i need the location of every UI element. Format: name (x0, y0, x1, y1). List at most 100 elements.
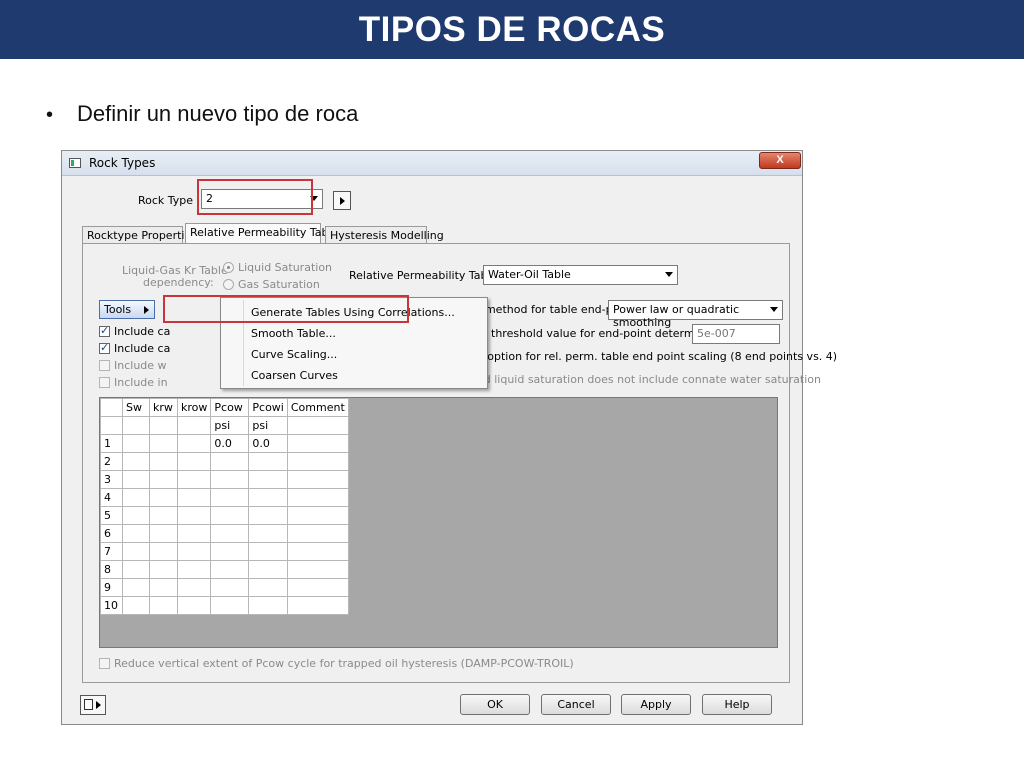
close-button[interactable]: X (759, 152, 801, 169)
grid-cell[interactable] (176, 596, 212, 615)
grid-cell[interactable] (122, 488, 150, 507)
grid-cell[interactable] (286, 524, 349, 543)
grid-cell[interactable] (286, 596, 349, 615)
grid-cell[interactable] (122, 434, 150, 453)
dialog-title-bar: Rock Types X (62, 151, 802, 176)
tools-button[interactable]: Tools (99, 300, 155, 319)
ok-button[interactable]: OK (460, 694, 530, 715)
grid-cell[interactable] (122, 560, 150, 579)
liquid-saturation-label: Liquid Saturation (238, 261, 333, 274)
chevron-right-icon (144, 306, 149, 314)
grid-cell[interactable] (122, 596, 150, 615)
grid-cell[interactable] (210, 524, 250, 543)
grid-cell[interactable] (286, 578, 349, 597)
grid-cell[interactable] (176, 470, 212, 489)
include-checkbox-3[interactable] (99, 360, 110, 371)
grid-cell[interactable]: 0.0 (248, 434, 288, 453)
reduce-checkbox[interactable] (99, 658, 110, 669)
grid-cell[interactable] (149, 542, 178, 561)
grid-cell[interactable] (149, 434, 178, 453)
slide-title: TIPOS DE ROCAS (358, 9, 666, 49)
grid-cell[interactable] (210, 488, 250, 507)
grid-cell[interactable] (149, 524, 178, 543)
grid-cell[interactable] (286, 506, 349, 525)
grid-col-header[interactable]: Sw (122, 398, 150, 417)
grid-cell[interactable] (248, 470, 288, 489)
liquid-saturation-radio[interactable] (223, 262, 234, 273)
options-menu-button[interactable] (80, 695, 106, 715)
tab-relative-permeability-tables[interactable]: Relative Permeability Tables (185, 223, 344, 245)
grid-cell[interactable] (210, 452, 250, 471)
grid-cell[interactable] (176, 560, 212, 579)
include-checkbox-4[interactable] (99, 377, 110, 388)
grid-cell[interactable] (176, 578, 212, 597)
grid-cell[interactable] (149, 452, 178, 471)
grid-cell[interactable] (286, 470, 349, 489)
menu-item-curve-scaling[interactable]: Curve Scaling... (251, 348, 337, 361)
gas-saturation-label: Gas Saturation (238, 278, 320, 291)
menu-item-coarsen-curves[interactable]: Coarsen Curves (251, 369, 338, 382)
tab-rocktype-properties[interactable]: Rocktype Properties (82, 226, 197, 244)
threshold-input[interactable]: 5e-007 (692, 324, 780, 344)
grid-cell[interactable] (248, 524, 288, 543)
grid-cell[interactable] (176, 452, 212, 471)
grid-cell[interactable] (248, 596, 288, 615)
apply-button[interactable]: Apply (621, 694, 691, 715)
grid-cell[interactable] (176, 506, 212, 525)
grid-cell[interactable] (210, 560, 250, 579)
help-button[interactable]: Help (702, 694, 772, 715)
grid-cell[interactable] (248, 488, 288, 507)
grid-cell[interactable] (122, 578, 150, 597)
include-checkbox-1[interactable] (99, 324, 110, 337)
grid-col-header[interactable]: krow (176, 398, 212, 417)
grid-cell[interactable]: 0.0 (210, 434, 250, 453)
grid-cell[interactable] (210, 542, 250, 561)
grid-cell[interactable] (210, 596, 250, 615)
grid-cell[interactable] (286, 560, 349, 579)
gas-saturation-radio[interactable] (223, 279, 234, 290)
relperm-table-select[interactable]: Water-Oil Table (483, 265, 678, 285)
chevron-down-icon (665, 272, 673, 277)
grid-col-header[interactable]: krw (149, 398, 178, 417)
grid-cell[interactable] (122, 542, 150, 561)
grid-cell[interactable] (149, 506, 178, 525)
grid-cell[interactable] (248, 542, 288, 561)
grid-cell[interactable] (122, 524, 150, 543)
menu-item-smooth-table[interactable]: Smooth Table... (251, 327, 336, 340)
next-rock-type-button[interactable] (333, 191, 351, 210)
grid-cell[interactable] (210, 578, 250, 597)
grid-cell[interactable] (286, 542, 349, 561)
cancel-button[interactable]: Cancel (541, 694, 611, 715)
grid-col-header[interactable]: Pcowi (248, 398, 288, 417)
grid-cell[interactable] (122, 470, 150, 489)
grid-col-header[interactable]: Pcow (210, 398, 250, 417)
grid-cell[interactable] (149, 596, 178, 615)
grid-cell[interactable] (210, 506, 250, 525)
grid-unit-cell (149, 416, 178, 435)
grid-cell[interactable] (176, 488, 212, 507)
relperm-table-label: Relative Permeability Table: (349, 269, 502, 282)
grid-cell[interactable] (149, 560, 178, 579)
grid-cell[interactable] (286, 434, 349, 453)
include-checkbox-2[interactable] (99, 341, 110, 354)
grid-cell[interactable] (248, 506, 288, 525)
grid-cell[interactable] (286, 452, 349, 471)
grid-cell[interactable] (210, 470, 250, 489)
grid-cell[interactable] (248, 452, 288, 471)
grid-col-header[interactable]: Comment (286, 398, 349, 417)
grid-cell[interactable] (176, 434, 212, 453)
grid-cell[interactable] (176, 542, 212, 561)
grid-cell[interactable] (248, 560, 288, 579)
grid-cell[interactable] (248, 578, 288, 597)
grid-cell[interactable] (149, 578, 178, 597)
grid-cell[interactable] (149, 488, 178, 507)
grid-cell[interactable] (122, 506, 150, 525)
table-row: 5 (100, 506, 349, 525)
grid-cell[interactable] (122, 452, 150, 471)
smoothing-select[interactable]: Power law or quadratic smoothing (608, 300, 783, 329)
tab-hysteresis-modelling[interactable]: Hysteresis Modelling (325, 226, 444, 244)
grid-cell[interactable] (286, 488, 349, 507)
grid-cell[interactable] (149, 470, 178, 489)
grid-unit-cell (286, 416, 349, 435)
grid-cell[interactable] (176, 524, 212, 543)
